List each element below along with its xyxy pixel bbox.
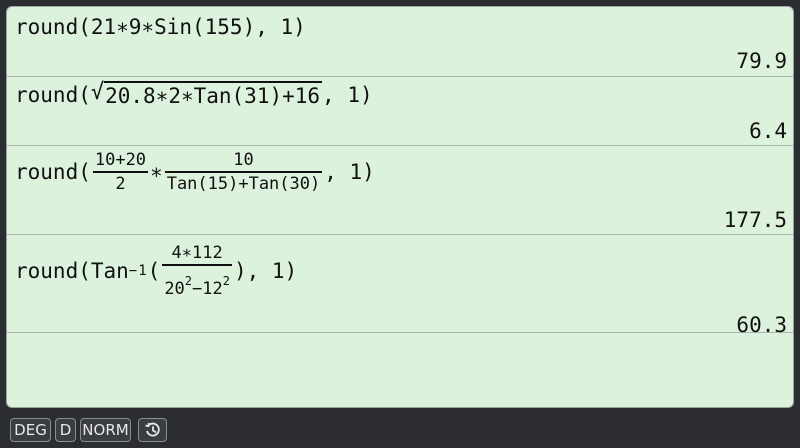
fraction: 10+20 2: [92, 149, 149, 195]
calculator-display: round(21∗9∗Sin(155), 1) 79.9 round( √ 20…: [6, 6, 794, 408]
history-entry[interactable]: round(Tan −1 ( 4∗112 202−122 ), 1) 60.3: [7, 234, 793, 337]
history-result: 6.4: [749, 119, 787, 143]
number-mode-button[interactable]: NORM: [80, 418, 131, 442]
expression-text: round(Tan: [15, 259, 129, 283]
expression-text: round(21∗9∗Sin(155), 1): [15, 15, 306, 39]
denominator: Tan(15)+Tan(30): [166, 174, 321, 194]
status-bar: DEG D NORM: [0, 412, 800, 448]
denominator: 2: [115, 174, 126, 194]
history-result: 79.9: [736, 49, 787, 73]
operator: ∗: [150, 160, 163, 184]
square-root: √ 20.8∗2∗Tan(31)+16: [90, 80, 323, 108]
exponent: 2: [184, 274, 193, 288]
history-result: 177.5: [723, 208, 787, 232]
expression-text: round(: [15, 82, 91, 107]
radical-sign: √: [90, 80, 105, 105]
expression-text: , 1): [324, 160, 375, 184]
fraction: 4∗112 202−122: [162, 242, 232, 300]
numerator: 10+20: [94, 150, 147, 170]
inverse-superscript: −1: [128, 263, 148, 279]
history-icon: [144, 422, 160, 437]
fraction: 10 Tan(15)+Tan(30): [164, 149, 323, 195]
expression-text: ), 1): [233, 259, 298, 283]
expression-text: round(: [15, 160, 91, 184]
history-entry[interactable]: round( √ 20.8∗2∗Tan(31)+16 , 1) 6.4: [7, 76, 793, 146]
numerator: 4∗112: [171, 243, 223, 263]
history-expression: round( √ 20.8∗2∗Tan(31)+16 , 1): [15, 80, 373, 109]
numerator: 10: [233, 150, 254, 170]
history-expression: round(21∗9∗Sin(155), 1): [15, 15, 306, 39]
format-mode-button[interactable]: D: [55, 418, 76, 442]
denominator-base: 20: [164, 279, 185, 299]
expression-text: (: [147, 259, 161, 283]
history-button[interactable]: [138, 418, 167, 442]
history-expression: round(Tan −1 ( 4∗112 202−122 ), 1): [15, 242, 297, 300]
exponent: 2: [222, 274, 230, 288]
denominator-base: −12: [192, 279, 223, 299]
angle-mode-button[interactable]: DEG: [10, 418, 51, 442]
history-result: 60.3: [736, 313, 787, 337]
expression-text: , 1): [322, 82, 373, 107]
history-entry[interactable]: round(21∗9∗Sin(155), 1) 79.9: [7, 7, 793, 77]
history-entry[interactable]: round( 10+20 2 ∗ 10 Tan(15)+Tan(30) , 1)…: [7, 145, 793, 235]
radicand: 20.8∗2∗Tan(31)+16: [104, 81, 323, 108]
history-expression: round( 10+20 2 ∗ 10 Tan(15)+Tan(30) , 1): [15, 149, 375, 195]
denominator: 202−122: [162, 266, 232, 300]
